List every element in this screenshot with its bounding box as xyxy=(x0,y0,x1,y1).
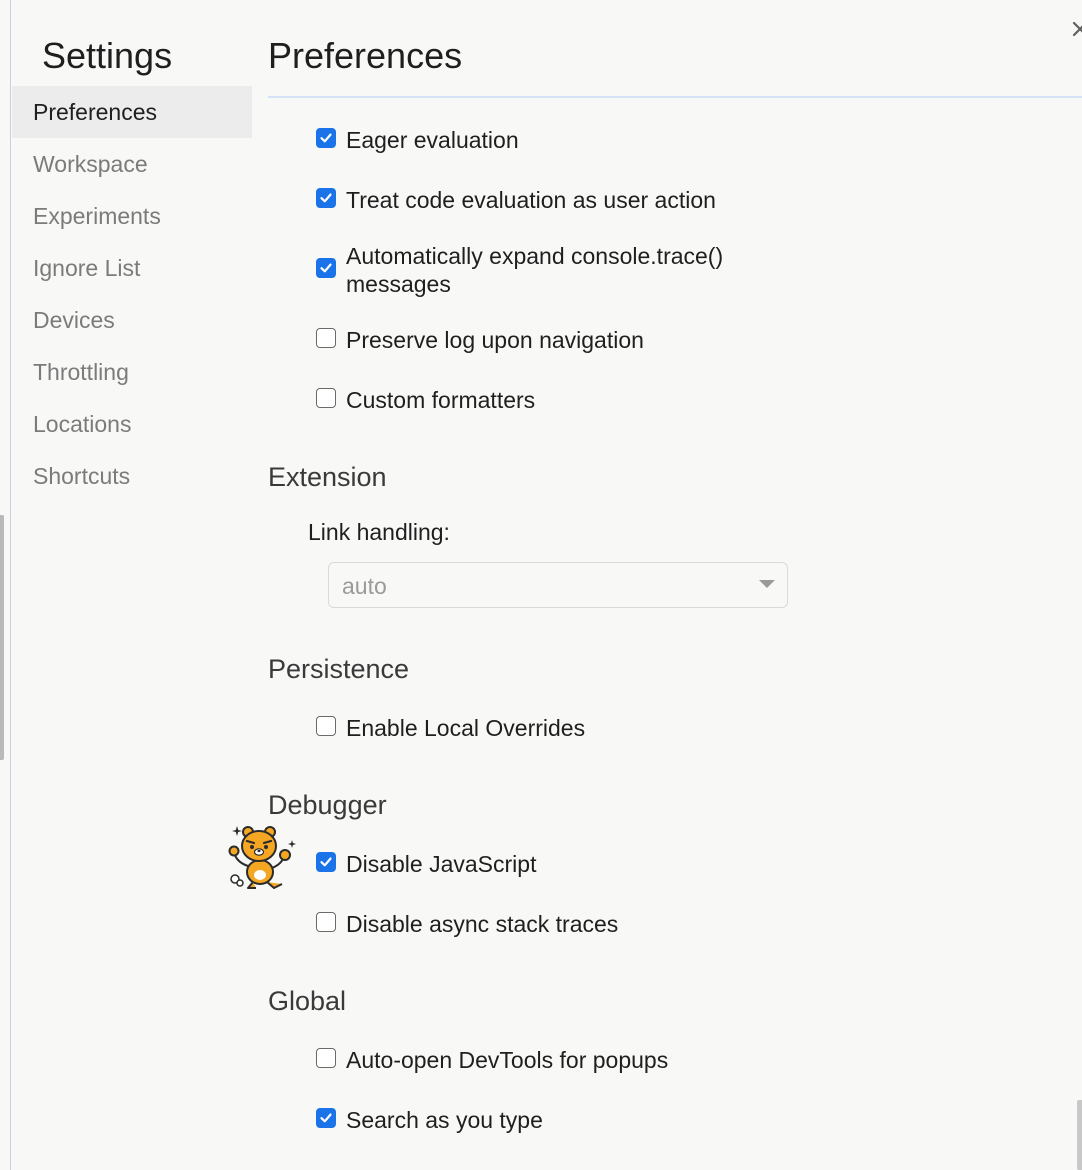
checkmark-icon xyxy=(320,263,332,273)
right-scrollbar[interactable] xyxy=(1077,1100,1082,1170)
close-button[interactable] xyxy=(1066,14,1082,46)
eager-evaluation-option[interactable]: Eager evaluation xyxy=(316,126,519,154)
auto-open-devtools-option[interactable]: Auto-open DevTools for popups xyxy=(316,1046,668,1074)
sidebar-item-ignore-list[interactable]: Ignore List xyxy=(12,242,252,294)
header-divider xyxy=(268,96,1082,98)
disable-javascript-label: Disable JavaScript xyxy=(346,851,537,877)
search-as-you-type-label: Search as you type xyxy=(346,1107,543,1133)
eager-evaluation-label: Eager evaluation xyxy=(346,127,519,153)
expand-console-trace-label: Automatically expand console.trace() mes… xyxy=(346,243,724,297)
sidebar-item-devices[interactable]: Devices xyxy=(12,294,252,346)
preserve-log-label: Preserve log upon navigation xyxy=(346,327,644,353)
disable-async-stack-traces-checkbox[interactable] xyxy=(316,912,336,932)
enable-local-overrides-checkbox[interactable] xyxy=(316,716,336,736)
close-icon xyxy=(1072,21,1082,37)
sidebar-item-preferences[interactable]: Preferences xyxy=(12,86,252,138)
sidebar-item-workspace[interactable]: Workspace xyxy=(12,138,252,190)
search-as-you-type-checkbox[interactable] xyxy=(316,1108,336,1128)
link-handling-value: auto xyxy=(342,573,387,599)
preserve-log-checkbox[interactable] xyxy=(316,328,336,348)
page-title: Preferences xyxy=(268,35,463,76)
section-heading-extension: Extension xyxy=(268,462,387,492)
sidebar-item-experiments[interactable]: Experiments xyxy=(12,190,252,242)
checkmark-icon xyxy=(320,133,332,143)
disable-javascript-checkbox[interactable] xyxy=(316,852,336,872)
left-scroll-handle[interactable] xyxy=(0,515,4,760)
sidebar-title: Settings xyxy=(42,35,173,76)
treat-code-evaluation-option[interactable]: Treat code evaluation as user action xyxy=(316,186,716,214)
link-handling-select[interactable]: auto xyxy=(328,562,788,608)
search-as-you-type-option[interactable]: Search as you type xyxy=(316,1106,543,1134)
treat-code-evaluation-label: Treat code evaluation as user action xyxy=(346,187,716,213)
checkmark-icon xyxy=(320,193,332,203)
bear-mascot-icon xyxy=(228,826,296,889)
treat-code-evaluation-checkbox[interactable] xyxy=(316,188,336,208)
section-heading-persistence: Persistence xyxy=(268,654,410,684)
section-heading-global: Global xyxy=(268,986,347,1016)
checkmark-icon xyxy=(320,857,332,867)
eager-evaluation-checkbox[interactable] xyxy=(316,128,336,148)
expand-console-trace-checkbox[interactable] xyxy=(316,258,336,278)
disable-javascript-option[interactable]: Disable JavaScript xyxy=(316,850,536,878)
sidebar-item-throttling[interactable]: Throttling xyxy=(12,346,252,398)
link-handling-label: Link handling: xyxy=(308,519,450,545)
custom-formatters-label: Custom formatters xyxy=(346,387,536,413)
chevron-down-icon xyxy=(759,580,775,588)
custom-formatters-option[interactable]: Custom formatters xyxy=(316,386,535,414)
enable-local-overrides-label: Enable Local Overrides xyxy=(346,715,586,741)
checkmark-icon xyxy=(320,1113,332,1123)
sidebar-item-locations[interactable]: Locations xyxy=(12,398,252,450)
sidebar-nav: Preferences Workspace Experiments Ignore… xyxy=(12,86,252,502)
section-heading-debugger: Debugger xyxy=(268,790,387,820)
disable-async-stack-traces-label: Disable async stack traces xyxy=(346,911,619,937)
left-border xyxy=(10,0,11,1170)
disable-async-stack-traces-option[interactable]: Disable async stack traces xyxy=(316,910,618,938)
sidebar-item-shortcuts[interactable]: Shortcuts xyxy=(12,450,252,502)
auto-open-devtools-label: Auto-open DevTools for popups xyxy=(346,1047,669,1073)
custom-formatters-checkbox[interactable] xyxy=(316,388,336,408)
auto-open-devtools-checkbox[interactable] xyxy=(316,1048,336,1068)
expand-console-trace-option[interactable]: Automatically expand console.trace() mes… xyxy=(316,242,786,298)
enable-local-overrides-option[interactable]: Enable Local Overrides xyxy=(316,714,585,742)
preserve-log-option[interactable]: Preserve log upon navigation xyxy=(316,326,644,354)
